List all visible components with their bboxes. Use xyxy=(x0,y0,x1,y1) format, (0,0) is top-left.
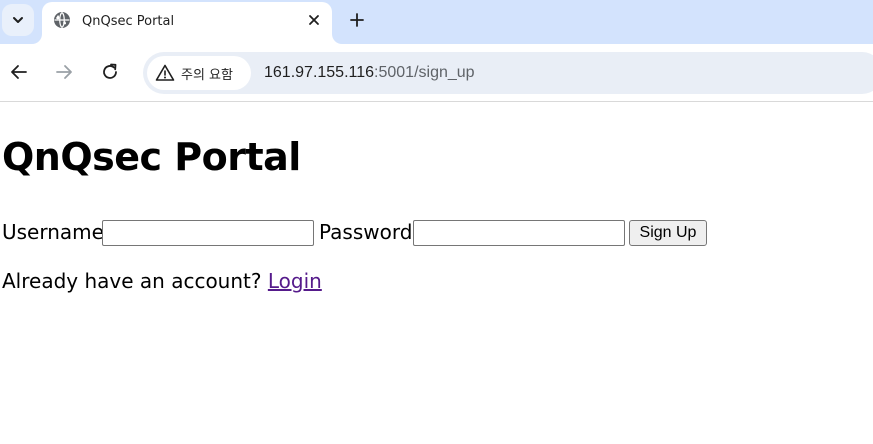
address-bar[interactable]: 주의 요함 161.97.155.116:5001/sign_up xyxy=(143,52,873,94)
globe-icon xyxy=(54,12,70,28)
browser-toolbar: 주의 요함 161.97.155.116:5001/sign_up xyxy=(0,44,873,102)
tab-close-button[interactable] xyxy=(304,10,324,30)
site-info-chip[interactable]: 주의 요함 xyxy=(147,56,251,90)
sign-up-button[interactable]: Sign Up xyxy=(629,220,707,246)
username-label: Username xyxy=(2,220,104,244)
active-tab[interactable]: QnQsec Portal xyxy=(42,2,332,44)
warning-icon xyxy=(155,64,175,81)
reload-icon xyxy=(103,63,117,79)
close-icon xyxy=(309,15,319,25)
reload-button[interactable] xyxy=(96,58,124,86)
login-prompt: Already have an account? Login xyxy=(2,269,322,293)
security-label: 주의 요함 xyxy=(181,67,233,83)
forward-button[interactable] xyxy=(50,58,78,86)
plus-icon xyxy=(350,13,364,27)
url-host: 161.97.155.116 xyxy=(264,64,375,81)
chevron-down-icon xyxy=(13,17,23,23)
signup-form: Username Password Sign Up xyxy=(2,217,873,249)
password-label: Password xyxy=(319,220,413,244)
arrow-right-icon xyxy=(56,65,72,79)
tab-strip: QnQsec Portal xyxy=(0,0,873,44)
username-input[interactable] xyxy=(102,220,314,246)
url-text[interactable]: 161.97.155.116:5001/sign_up xyxy=(264,64,475,82)
page-content: QnQsec Portal Username Password Sign Up … xyxy=(0,103,873,444)
arrow-left-icon xyxy=(11,65,27,79)
tab-search-button[interactable] xyxy=(2,4,34,36)
back-button[interactable] xyxy=(5,58,33,86)
tab-title: QnQsec Portal xyxy=(82,14,175,29)
password-input[interactable] xyxy=(413,220,625,246)
new-tab-button[interactable] xyxy=(343,6,371,34)
url-path: :5001/sign_up xyxy=(374,64,475,81)
page-title: QnQsec Portal xyxy=(2,135,301,179)
login-prompt-text: Already have an account? xyxy=(2,269,262,293)
login-link[interactable]: Login xyxy=(268,269,322,293)
